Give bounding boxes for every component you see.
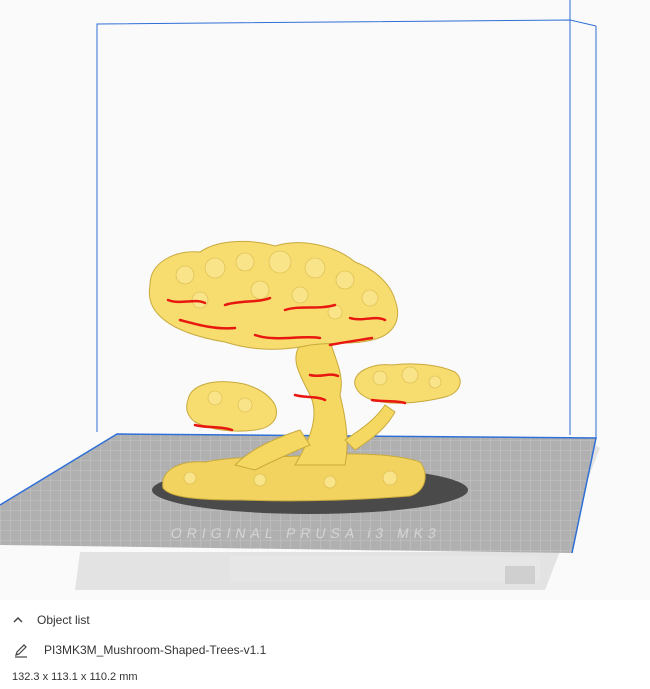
object-dimensions: 132.3 x 113.1 x 110.2 mm bbox=[0, 668, 138, 686]
object-name-field[interactable]: PI3MK3M_Mushroom-Shaped-Trees-v1.1 bbox=[44, 643, 266, 657]
dimensions-text: 132.3 x 113.1 x 110.2 mm bbox=[12, 671, 138, 683]
bed-brand-text: ORIGINAL PRUSA i3 MK3 bbox=[170, 525, 443, 541]
chevron-up-icon[interactable] bbox=[11, 613, 25, 627]
pencil-icon[interactable] bbox=[13, 642, 29, 658]
object-list-label[interactable]: Object list bbox=[37, 613, 90, 627]
build-volume-frame bbox=[96, 0, 597, 438]
object-list-item[interactable]: PI3MK3M_Mushroom-Shaped-Trees-v1.1 bbox=[0, 640, 266, 660]
object-list-header[interactable]: Object list bbox=[0, 611, 90, 629]
3d-viewport[interactable]: ORIGINAL PRUSA i3 MK3 bbox=[0, 0, 650, 600]
object-list-panel: Object list PI3MK3M_Mushroom-Shaped-Tree… bbox=[0, 600, 650, 689]
3d-model[interactable] bbox=[148, 240, 461, 502]
